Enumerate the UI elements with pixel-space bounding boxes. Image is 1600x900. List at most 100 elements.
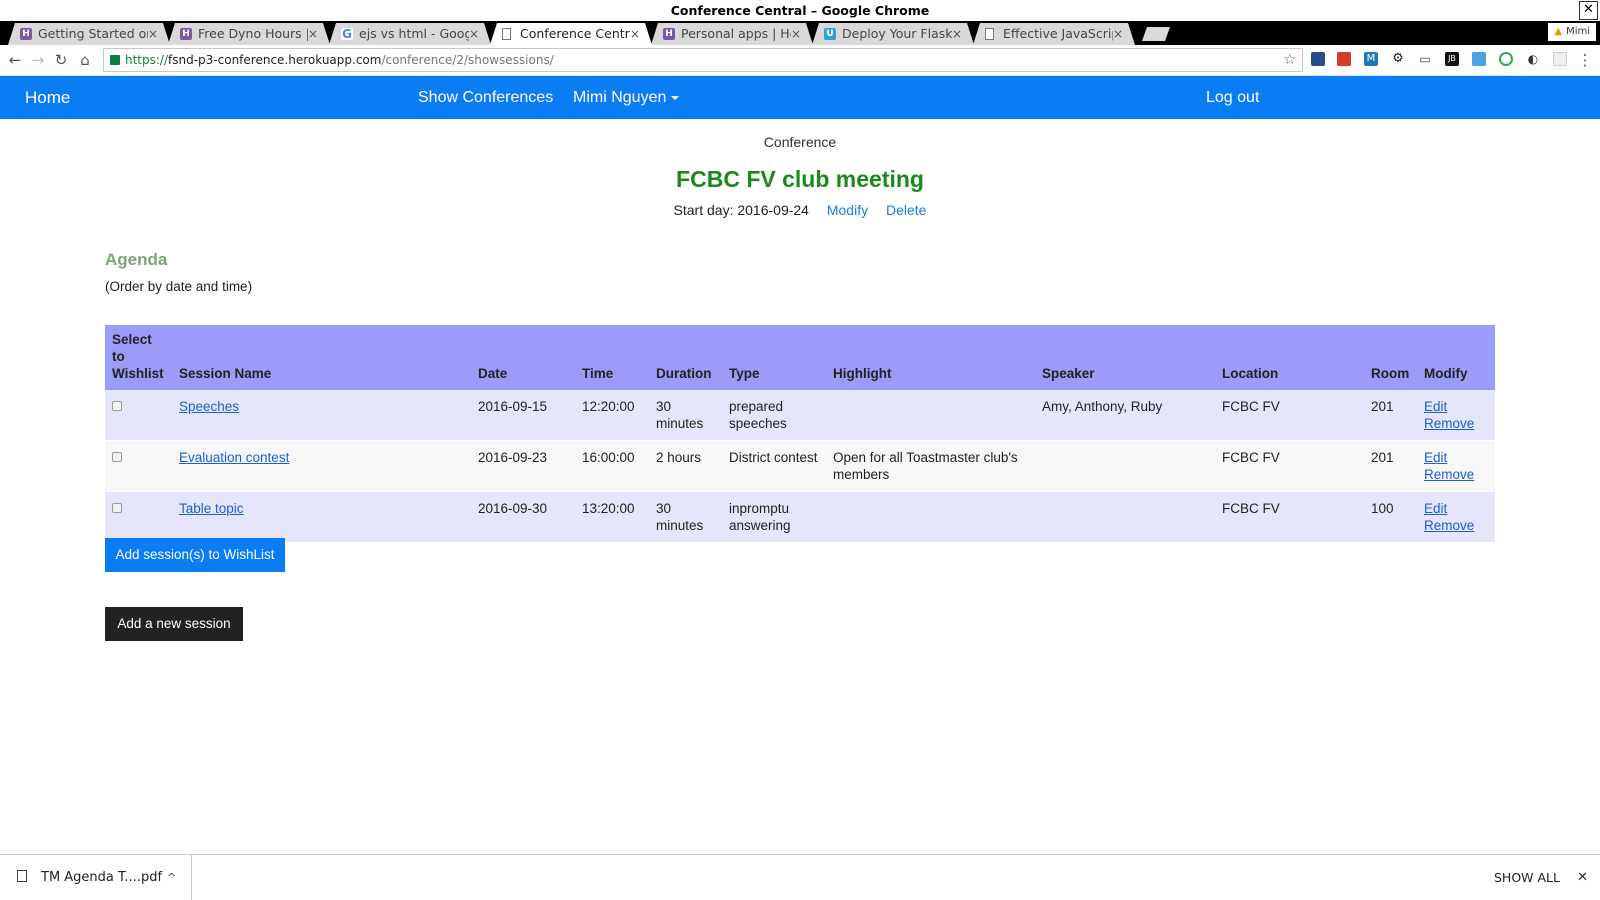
extension-icon[interactable]: JB bbox=[1445, 52, 1459, 66]
wishlist-checkbox[interactable] bbox=[112, 401, 122, 411]
session-duration: 2 hours bbox=[649, 440, 722, 492]
table-row: Table topic 2016-09-30 13:20:00 30 minut… bbox=[105, 491, 1495, 542]
modify-conference-link[interactable]: Modify bbox=[827, 202, 868, 218]
address-bar[interactable]: https://fsnd-p3-conference.herokuapp.com… bbox=[103, 48, 1303, 72]
tab-close-icon[interactable]: × bbox=[148, 23, 158, 45]
wishlist-checkbox[interactable] bbox=[112, 452, 122, 462]
new-tab-button[interactable] bbox=[1142, 27, 1170, 41]
reload-icon[interactable]: ↻ bbox=[52, 51, 70, 69]
add-session-button[interactable]: Add a new session bbox=[105, 607, 243, 641]
bookmark-star-icon[interactable]: ☆ bbox=[1283, 49, 1296, 71]
tab-close-icon[interactable]: × bbox=[1113, 23, 1123, 45]
window-titlebar: Conference Central – Google Chrome ✕ bbox=[0, 0, 1600, 21]
table-header-row: Select to Wishlist Session Name Date Time… bbox=[105, 325, 1495, 390]
nav-home-link[interactable]: Home bbox=[25, 76, 70, 119]
extension-icon[interactable] bbox=[1337, 52, 1351, 66]
extension-icon[interactable]: M bbox=[1364, 52, 1378, 66]
session-type: inpromptu answering bbox=[722, 491, 826, 542]
nav-show-conferences[interactable]: Show Conferences bbox=[418, 76, 553, 119]
tab-label: Getting Started on H bbox=[38, 26, 147, 41]
tab-label: ejs vs html - Google bbox=[359, 26, 469, 41]
conference-meta: Start day: 2016-09-24 Modify Delete bbox=[0, 202, 1600, 218]
session-link[interactable]: Table topic bbox=[179, 501, 244, 516]
tab-close-icon[interactable]: × bbox=[630, 23, 640, 45]
extension-icon[interactable] bbox=[1472, 52, 1486, 66]
agenda-subtitle: (Order by date and time) bbox=[105, 279, 253, 294]
profile-badge[interactable]: ▲ Mimi bbox=[1548, 23, 1596, 41]
session-highlight bbox=[826, 390, 1035, 441]
session-duration: 30 minutes bbox=[649, 390, 722, 441]
session-room: 201 bbox=[1364, 390, 1417, 441]
header-speaker: Speaker bbox=[1035, 325, 1215, 390]
extension-icon[interactable] bbox=[1553, 52, 1567, 66]
close-download-bar-icon[interactable]: ✕ bbox=[1577, 855, 1588, 900]
tab-conference-central[interactable]: Conference Central × bbox=[490, 23, 652, 45]
delete-conference-link[interactable]: Delete bbox=[886, 202, 926, 218]
table-row: Speeches 2016-09-15 12:20:00 30 minutes … bbox=[105, 390, 1495, 441]
tab-deploy-flask[interactable]: U Deploy Your Flask A × bbox=[812, 23, 974, 45]
url-host: fsnd-p3-conference.herokuapp.com bbox=[168, 53, 382, 67]
session-location: FCBC FV bbox=[1215, 491, 1364, 542]
tab-close-icon[interactable]: × bbox=[469, 23, 479, 45]
table-row: Evaluation contest 2016-09-23 16:00:00 2… bbox=[105, 440, 1495, 492]
header-type: Type bbox=[722, 325, 826, 390]
download-item[interactable]: TM Agenda T....pdf ^ bbox=[0, 855, 192, 900]
conference-title: FCBC FV club meeting bbox=[676, 166, 924, 192]
tab-close-icon[interactable]: × bbox=[308, 23, 318, 45]
contrast-icon[interactable]: ◐ bbox=[1526, 52, 1540, 66]
tab-personal-apps[interactable]: H Personal apps | Her × bbox=[651, 23, 813, 45]
nav-user-dropdown[interactable]: Mimi Nguyen bbox=[573, 76, 680, 119]
cast-icon[interactable]: ▭ bbox=[1418, 52, 1432, 66]
wishlist-checkbox[interactable] bbox=[112, 503, 122, 513]
header-session: Session Name bbox=[172, 325, 471, 390]
session-date: 2016-09-15 bbox=[471, 390, 575, 441]
remove-session-link[interactable]: Remove bbox=[1424, 416, 1474, 431]
session-room: 100 bbox=[1364, 491, 1417, 542]
tab-free-dyno-hours[interactable]: H Free Dyno Hours | H × bbox=[168, 23, 330, 45]
session-link[interactable]: Speeches bbox=[179, 399, 239, 414]
heroku-icon: H bbox=[180, 28, 192, 40]
nav-logout[interactable]: Log out bbox=[1206, 76, 1259, 119]
forward-icon[interactable]: → bbox=[29, 51, 47, 69]
session-link[interactable]: Evaluation contest bbox=[179, 450, 289, 465]
extension-icon[interactable] bbox=[1311, 52, 1325, 66]
session-time: 13:20:00 bbox=[575, 491, 649, 542]
edit-session-link[interactable]: Edit bbox=[1424, 450, 1447, 465]
tab-close-icon[interactable]: × bbox=[791, 23, 801, 45]
add-to-wishlist-button[interactable]: Add session(s) to WishList bbox=[105, 538, 285, 572]
heroku-icon: H bbox=[20, 28, 32, 40]
edit-session-link[interactable]: Edit bbox=[1424, 501, 1447, 516]
window-close-button[interactable]: ✕ bbox=[1579, 1, 1598, 20]
main-content: Conference FCBC FV club meeting Start da… bbox=[0, 119, 1600, 854]
tab-getting-started[interactable]: H Getting Started on H × bbox=[8, 23, 170, 45]
url-scheme: https:// bbox=[125, 53, 169, 67]
app-navbar: Home Show Conferences Mimi Nguyen Log ou… bbox=[0, 76, 1600, 119]
session-time: 12:20:00 bbox=[575, 390, 649, 441]
back-icon[interactable]: ← bbox=[6, 51, 24, 69]
udacity-icon: U bbox=[824, 28, 836, 40]
warning-icon: ▲ bbox=[1554, 26, 1563, 37]
remove-session-link[interactable]: Remove bbox=[1424, 518, 1474, 533]
session-duration: 30 minutes bbox=[649, 491, 722, 542]
menu-icon[interactable]: ⋮ bbox=[1576, 51, 1594, 69]
extension-icon[interactable] bbox=[1499, 52, 1513, 66]
remove-session-link[interactable]: Remove bbox=[1424, 467, 1474, 482]
session-speaker bbox=[1035, 440, 1215, 492]
gear-icon[interactable]: ⚙ bbox=[1391, 52, 1405, 66]
session-date: 2016-09-30 bbox=[471, 491, 575, 542]
tab-label: Conference Central bbox=[520, 26, 630, 41]
chevron-up-icon[interactable]: ^ bbox=[167, 855, 176, 900]
tab-effective-javascript[interactable]: Effective JavaScript × bbox=[973, 23, 1135, 45]
home-icon[interactable]: ⌂ bbox=[76, 51, 94, 69]
session-type: District contest bbox=[722, 440, 826, 492]
show-all-downloads-button[interactable]: SHOW ALL bbox=[1494, 855, 1560, 900]
tab-close-icon[interactable]: × bbox=[952, 23, 962, 45]
document-icon bbox=[985, 28, 994, 40]
document-icon bbox=[502, 28, 511, 40]
session-type: prepared speeches bbox=[722, 390, 826, 441]
edit-session-link[interactable]: Edit bbox=[1424, 399, 1447, 414]
tab-ejs-vs-html[interactable]: G ejs vs html - Google × bbox=[329, 23, 491, 45]
session-highlight: Open for all Toastmaster club's members bbox=[826, 440, 1035, 492]
header-select: Select to Wishlist bbox=[105, 325, 172, 390]
header-duration: Duration bbox=[649, 325, 722, 390]
